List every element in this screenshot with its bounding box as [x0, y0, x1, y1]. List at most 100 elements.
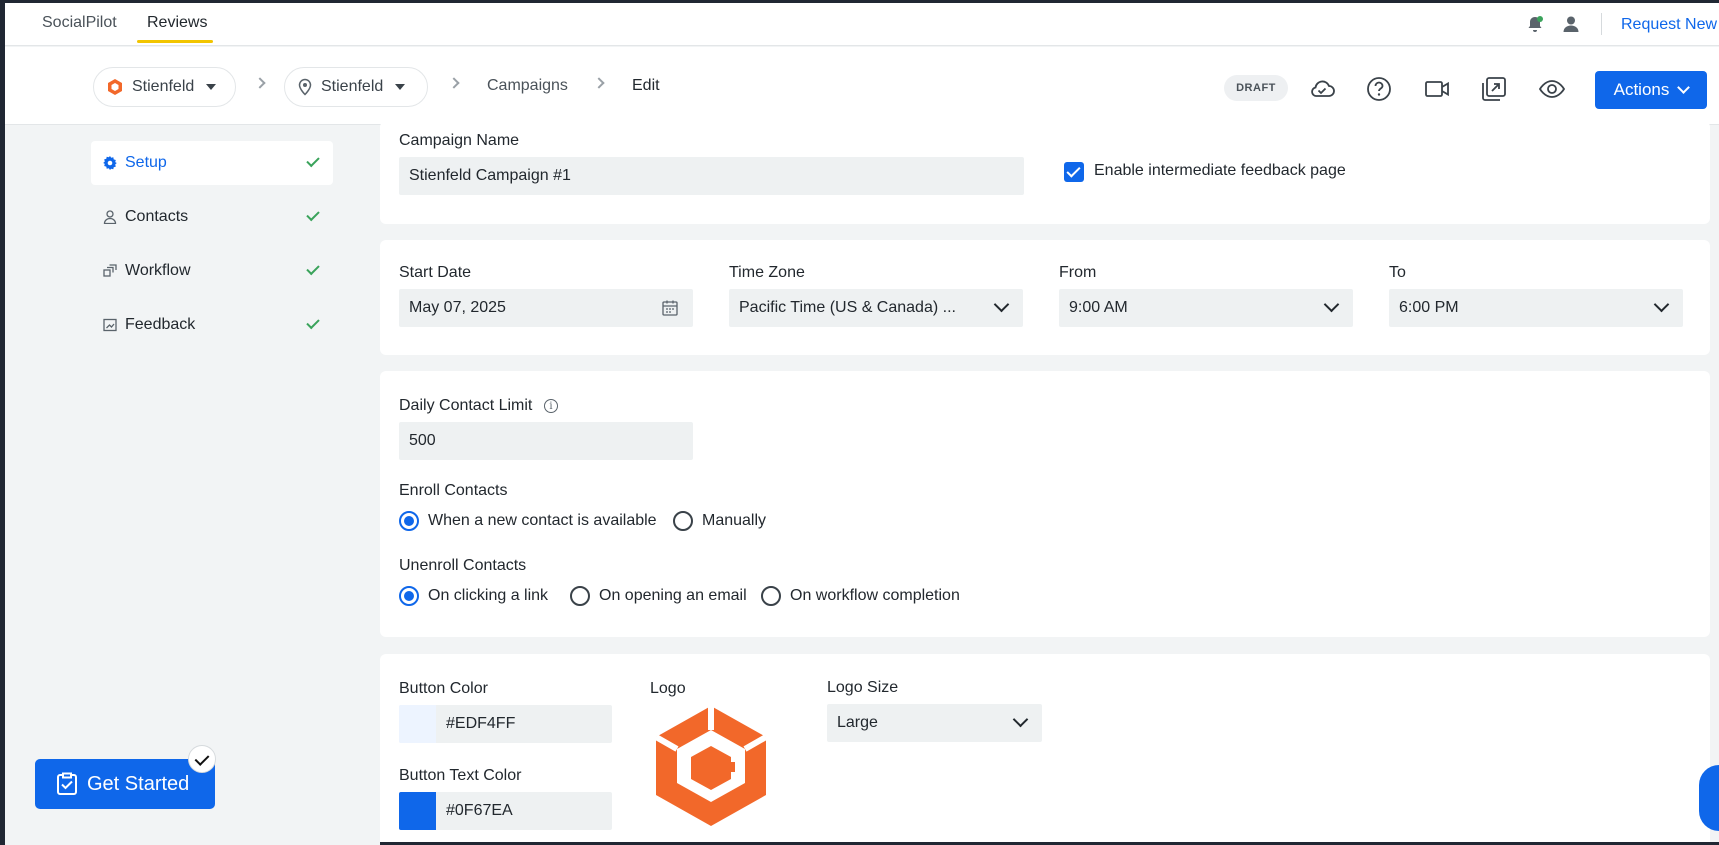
app-window: SocialPilot Reviews Request New F Stienf…: [5, 3, 1719, 845]
chevron-down-icon: [993, 296, 1010, 313]
notification-bell-icon[interactable]: [1526, 15, 1544, 33]
check-icon: [306, 153, 320, 168]
daily-limit-input[interactable]: 500: [399, 422, 693, 460]
actions-button-label: Actions: [1613, 80, 1670, 99]
logo-size-value: Large: [837, 714, 878, 731]
breadcrumb-toolbar: Stienfeld Stienfeld Campaigns Edit DRAFT: [5, 47, 1719, 125]
branding-card: Button Color #EDF4FF Button Text Color #…: [380, 654, 1710, 845]
sidebar-item-workflow[interactable]: Workflow: [91, 249, 333, 293]
top-navigation-bar: SocialPilot Reviews Request New F: [5, 3, 1719, 46]
clipboard-check-icon: [57, 772, 77, 795]
workflow-icon: [103, 264, 117, 277]
chevron-right-icon: [448, 77, 460, 89]
request-new-link[interactable]: Request New F: [1621, 16, 1719, 34]
button-text-color-swatch[interactable]: [399, 792, 436, 830]
sidebar-item-contacts[interactable]: Contacts: [91, 195, 333, 239]
enroll-manually-label[interactable]: Manually: [702, 512, 766, 530]
sidebar-item-setup[interactable]: Setup: [91, 141, 333, 185]
location-pin-icon: [298, 78, 312, 96]
unenroll-clicking-link-label[interactable]: On clicking a link: [428, 587, 548, 605]
breadcrumb-campaigns-link[interactable]: Campaigns: [487, 77, 568, 95]
unenroll-workflow-completion-radio[interactable]: [761, 586, 781, 606]
sidebar-item-label: Feedback: [125, 316, 196, 333]
info-icon[interactable]: i: [544, 399, 558, 413]
preview-eye-icon[interactable]: [1538, 75, 1566, 103]
chevron-right-icon: [593, 77, 605, 89]
uploaded-logo-image[interactable]: [653, 704, 769, 828]
video-icon[interactable]: [1423, 75, 1451, 103]
campaign-name-card: Campaign Name Stienfeld Campaign #1 Enab…: [380, 121, 1710, 224]
enroll-manually-radio[interactable]: [673, 511, 693, 531]
chat-widget-button[interactable]: [1699, 765, 1719, 831]
feedback-page-checkbox[interactable]: [1064, 162, 1084, 182]
start-date-input[interactable]: May 07, 2025: [399, 289, 693, 327]
completed-check-badge: [188, 745, 216, 773]
calendar-icon[interactable]: [661, 299, 679, 317]
timezone-label: Time Zone: [729, 264, 805, 281]
to-time-value: 6:00 PM: [1399, 299, 1459, 316]
brand-logo-icon: [108, 79, 122, 95]
caret-down-icon: [206, 84, 217, 90]
start-date-value: May 07, 2025: [409, 299, 506, 316]
to-label: To: [1389, 264, 1406, 281]
feedback-page-label[interactable]: Enable intermediate feedback page: [1094, 162, 1346, 180]
to-time-select[interactable]: 6:00 PM: [1389, 289, 1683, 327]
chevron-down-icon: [1012, 711, 1029, 728]
status-badge: DRAFT: [1224, 75, 1288, 101]
chevron-right-icon: [254, 77, 266, 89]
logo-size-select[interactable]: Large: [827, 704, 1042, 742]
button-color-label: Button Color: [399, 680, 488, 697]
from-time-select[interactable]: 9:00 AM: [1059, 289, 1353, 327]
from-label: From: [1059, 264, 1097, 281]
get-started-label: Get Started: [87, 772, 190, 795]
timezone-select[interactable]: Pacific Time (US & Canada) ...: [729, 289, 1023, 327]
user-account-icon[interactable]: [1562, 15, 1580, 33]
chevron-down-icon: [1323, 296, 1340, 313]
button-text-color-value: #0F67EA: [446, 802, 513, 819]
chevron-down-icon: [1677, 81, 1691, 94]
brand-selector-label: Stienfeld: [132, 78, 195, 95]
sidebar-item-label: Workflow: [125, 262, 191, 279]
help-icon[interactable]: [1365, 75, 1393, 103]
campaign-name-input[interactable]: Stienfeld Campaign #1: [399, 157, 1024, 195]
active-tab-indicator: [137, 40, 213, 43]
contact-settings-card: Daily Contact Limit i 500 Enroll Contact…: [380, 371, 1710, 637]
start-date-label: Start Date: [399, 264, 472, 281]
sidebar-item-label: Setup: [125, 154, 167, 171]
unenroll-opening-email-radio[interactable]: [570, 586, 590, 606]
button-text-color-label: Button Text Color: [399, 767, 522, 784]
get-started-button[interactable]: Get Started: [35, 759, 215, 809]
unenroll-workflow-completion-label[interactable]: On workflow completion: [790, 587, 960, 605]
location-selector-label: Stienfeld: [321, 78, 384, 95]
unenroll-clicking-link-radio[interactable]: [399, 586, 419, 606]
sidebar-item-feedback[interactable]: Feedback: [91, 303, 333, 347]
button-text-color-input[interactable]: #0F67EA: [399, 792, 612, 830]
tab-socialpilot[interactable]: SocialPilot: [42, 14, 117, 32]
enroll-contacts-label: Enroll Contacts: [399, 482, 508, 499]
button-color-value: #EDF4FF: [446, 715, 516, 732]
caret-down-icon: [395, 84, 406, 90]
divider: [1601, 13, 1602, 35]
location-selector[interactable]: Stienfeld: [284, 67, 428, 107]
button-color-swatch[interactable]: [399, 705, 436, 743]
brand-selector[interactable]: Stienfeld: [93, 67, 236, 107]
cloud-check-icon[interactable]: [1308, 75, 1336, 103]
enroll-new-contact-label[interactable]: When a new contact is available: [428, 512, 657, 530]
actions-button[interactable]: Actions: [1595, 71, 1707, 109]
enroll-new-contact-radio[interactable]: [399, 511, 419, 531]
feedback-icon: [103, 318, 117, 332]
tab-reviews[interactable]: Reviews: [147, 14, 207, 32]
button-color-input[interactable]: #EDF4FF: [399, 705, 612, 743]
share-icon[interactable]: [1480, 75, 1508, 103]
daily-limit-label: Daily Contact Limit: [399, 397, 533, 414]
schedule-card: Start Date May 07, 2025 Time Zone Pacifi…: [380, 240, 1710, 355]
breadcrumb-current-page: Edit: [632, 77, 660, 94]
gear-icon: [103, 156, 117, 170]
unenroll-opening-email-label[interactable]: On opening an email: [599, 587, 747, 605]
sidebar-item-label: Contacts: [125, 208, 189, 225]
unenroll-contacts-label: Unenroll Contacts: [399, 557, 527, 574]
campaign-name-label: Campaign Name: [399, 132, 520, 149]
logo-label: Logo: [650, 680, 686, 697]
from-time-value: 9:00 AM: [1069, 299, 1128, 316]
logo-size-label: Logo Size: [827, 679, 899, 696]
